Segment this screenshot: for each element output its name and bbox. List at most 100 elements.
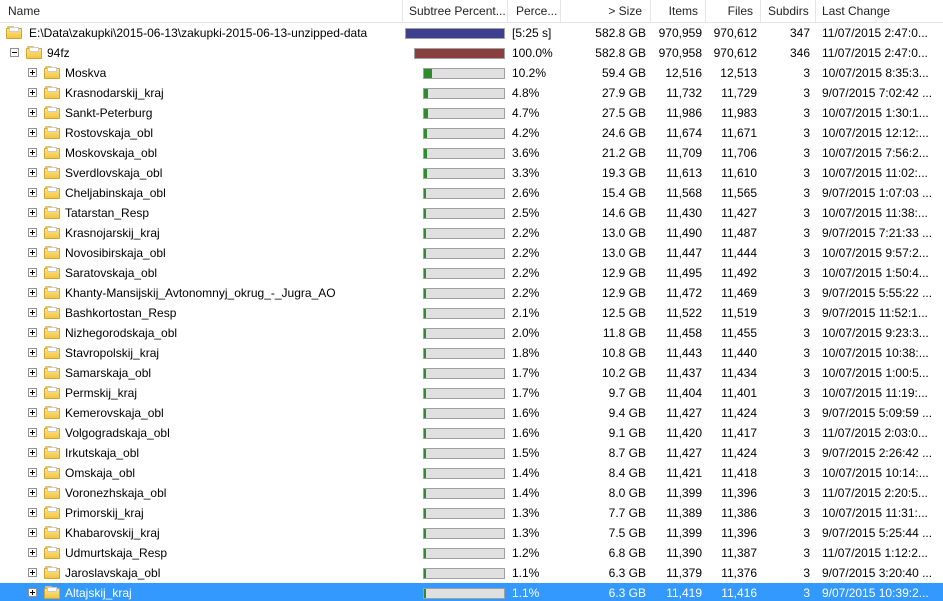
folder-icon bbox=[44, 186, 60, 199]
expand-icon[interactable] bbox=[28, 188, 37, 197]
column-divider[interactable] bbox=[705, 0, 706, 23]
expand-icon[interactable] bbox=[28, 488, 37, 497]
expand-icon[interactable] bbox=[28, 128, 37, 137]
expand-icon[interactable] bbox=[28, 408, 37, 417]
files-value: 11,565 bbox=[721, 186, 757, 200]
expand-icon[interactable] bbox=[28, 168, 37, 177]
expand-icon[interactable] bbox=[28, 388, 37, 397]
expand-icon[interactable] bbox=[28, 148, 37, 157]
collapse-icon[interactable] bbox=[10, 48, 19, 57]
items-value: 11,472 bbox=[666, 286, 702, 300]
tree-row[interactable]: Altajskij_kraj 1.1% 6.3 GB 11,419 11,416 3 9/0… bbox=[0, 583, 943, 601]
tree-row[interactable]: Omskaja_obl 1.4% 8.4 GB 11,421 11,418 3 10/07/… bbox=[0, 463, 943, 483]
size-value: 27.9 GB bbox=[601, 86, 646, 100]
column-divider[interactable] bbox=[815, 0, 816, 23]
expand-icon[interactable] bbox=[28, 468, 37, 477]
files-value: 11,396 bbox=[721, 486, 757, 500]
tree-row[interactable]: Saratovskaja_obl 2.2% 12.9 GB 11,495 11,492 3… bbox=[0, 263, 943, 283]
column-subdirs[interactable]: Subdirs bbox=[764, 0, 814, 23]
row-name: Kemerovskaja_obl bbox=[65, 406, 164, 420]
tree-row[interactable]: Tatarstan_Resp 2.5% 14.6 GB 11,430 11,427 3 10… bbox=[0, 203, 943, 223]
tree-row[interactable]: Udmurtskaja_Resp 1.2% 6.8 GB 11,390 11,387 3 1… bbox=[0, 543, 943, 563]
tree-row[interactable]: Bashkortostan_Resp 2.1% 12.5 GB 11,522 11,51… bbox=[0, 303, 943, 323]
size-value: 6.3 GB bbox=[608, 586, 646, 600]
expand-icon[interactable] bbox=[28, 448, 37, 457]
subdirs-value: 347 bbox=[789, 26, 810, 40]
tree-row[interactable]: 94fz 100.0% 582.8 GB 970,958 970,612 346 11/07… bbox=[0, 43, 943, 63]
tree-row[interactable]: Sankt-Peterburg 4.7% 27.5 GB 11,986 11,983 3 1… bbox=[0, 103, 943, 123]
subdirs-value: 3 bbox=[803, 106, 810, 120]
files-value: 970,612 bbox=[713, 46, 757, 60]
column-divider[interactable] bbox=[760, 0, 761, 23]
expand-icon[interactable] bbox=[28, 88, 37, 97]
row-name: Rostovskaja_obl bbox=[65, 126, 154, 140]
tree-row[interactable]: Sverdlovskaja_obl 3.3% 19.3 GB 11,613 11,610… bbox=[0, 163, 943, 183]
tree-row[interactable]: Khanty-Mansijskij_Avtonomnyj_okrug_-_Jug… bbox=[0, 283, 943, 303]
subtree-percent-fill bbox=[424, 529, 426, 538]
tree-row[interactable]: Cheljabinskaja_obl 2.6% 15.4 GB 11,568 11,56… bbox=[0, 183, 943, 203]
tree-row[interactable]: Samarskaja_obl 1.7% 10.2 GB 11,437 11,434 3 10… bbox=[0, 363, 943, 383]
subtree-percent-fill bbox=[424, 129, 428, 138]
tree-row[interactable]: Nizhegorodskaja_obl 2.0% 11.8 GB 11,458 11,4… bbox=[0, 323, 943, 343]
expand-icon[interactable] bbox=[28, 308, 37, 317]
tree-row[interactable]: Krasnodarskij_kraj 4.8% 27.9 GB 11,732 11,72… bbox=[0, 83, 943, 103]
column-divider[interactable] bbox=[560, 0, 561, 23]
column-subtree-percent[interactable]: Subtree Percent... bbox=[405, 0, 505, 23]
items-value: 11,568 bbox=[666, 186, 702, 200]
column-name[interactable]: Name bbox=[4, 0, 400, 23]
directory-tree[interactable]: E:\Data\zakupki\2015-06-13\zakupki-2015-… bbox=[0, 23, 943, 601]
tree-row[interactable]: Moskva 10.2% 59.4 GB 12,516 12,513 3 10/07/201… bbox=[0, 63, 943, 83]
column-items[interactable]: Items bbox=[652, 0, 702, 23]
tree-row[interactable]: E:\Data\zakupki\2015-06-13\zakupki-2015-… bbox=[0, 23, 943, 43]
expand-icon[interactable] bbox=[28, 348, 37, 357]
tree-row[interactable]: Irkutskaja_obl 1.5% 8.7 GB 11,427 11,424 3 9/0… bbox=[0, 443, 943, 463]
tree-row[interactable]: Khabarovskij_kraj 1.3% 7.5 GB 11,399 11,396 3… bbox=[0, 523, 943, 543]
expand-icon[interactable] bbox=[28, 268, 37, 277]
expand-icon[interactable] bbox=[28, 428, 37, 437]
percent-value: [5:25 s] bbox=[512, 26, 552, 40]
expand-icon[interactable] bbox=[28, 568, 37, 577]
percent-value: 1.4% bbox=[512, 466, 540, 480]
last-change-value: 10/07/2015 1:00:5... bbox=[822, 366, 929, 380]
tree-row[interactable]: Krasnojarskij_kraj 2.2% 13.0 GB 11,490 11,48… bbox=[0, 223, 943, 243]
expand-icon[interactable] bbox=[28, 228, 37, 237]
expand-icon[interactable] bbox=[28, 68, 37, 77]
expand-icon[interactable] bbox=[28, 208, 37, 217]
column-last-change[interactable]: Last Change bbox=[818, 0, 943, 23]
expand-icon[interactable] bbox=[28, 248, 37, 257]
column-divider[interactable] bbox=[402, 0, 403, 23]
tree-row[interactable]: Moskovskaja_obl 3.6% 21.2 GB 11,709 11,706 3 1… bbox=[0, 143, 943, 163]
column-size[interactable]: > Size bbox=[562, 0, 646, 23]
expand-icon[interactable] bbox=[28, 528, 37, 537]
row-name: Tatarstan_Resp bbox=[65, 206, 150, 220]
tree-row[interactable]: Novosibirskaja_obl 2.2% 13.0 GB 11,447 11,44… bbox=[0, 243, 943, 263]
items-value: 11,420 bbox=[666, 426, 702, 440]
expand-icon[interactable] bbox=[28, 588, 37, 597]
size-value: 6.8 GB bbox=[608, 546, 646, 560]
column-percent[interactable]: Perce... bbox=[512, 0, 558, 23]
expand-icon[interactable] bbox=[28, 368, 37, 377]
tree-row[interactable]: Permskij_kraj 1.7% 9.7 GB 11,404 11,401 3 10/0… bbox=[0, 383, 943, 403]
column-divider[interactable] bbox=[507, 0, 508, 23]
expand-icon[interactable] bbox=[28, 548, 37, 557]
expand-icon[interactable] bbox=[28, 288, 37, 297]
tree-row[interactable]: Primorskij_kraj 1.3% 7.7 GB 11,389 11,386 3 10… bbox=[0, 503, 943, 523]
last-change-value: 11/07/2015 2:47:0... bbox=[822, 26, 928, 40]
folder-icon bbox=[44, 466, 60, 479]
tree-row[interactable]: Voronezhskaja_obl 1.4% 8.0 GB 11,399 11,396 3… bbox=[0, 483, 943, 503]
expand-icon[interactable] bbox=[28, 328, 37, 337]
tree-row[interactable]: Kemerovskaja_obl 1.6% 9.4 GB 11,427 11,424 3 9… bbox=[0, 403, 943, 423]
column-divider[interactable] bbox=[650, 0, 651, 23]
column-files[interactable]: Files bbox=[707, 0, 757, 23]
tree-row[interactable]: Rostovskaja_obl 4.2% 24.6 GB 11,674 11,671 3 1… bbox=[0, 123, 943, 143]
files-value: 11,487 bbox=[721, 226, 757, 240]
tree-row[interactable]: Stavropolskij_kraj 1.8% 10.8 GB 11,443 11,44… bbox=[0, 343, 943, 363]
subtree-percent-fill bbox=[424, 189, 427, 198]
expand-icon[interactable] bbox=[28, 508, 37, 517]
tree-row[interactable]: Jaroslavskaja_obl 1.1% 6.3 GB 11,379 11,376 3… bbox=[0, 563, 943, 583]
tree-row[interactable]: Volgogradskaja_obl 1.6% 9.1 GB 11,420 11,417… bbox=[0, 423, 943, 443]
row-name: Altajskij_kraj bbox=[65, 583, 400, 601]
expand-icon[interactable] bbox=[28, 108, 37, 117]
row-name: Krasnodarskij_kraj bbox=[65, 86, 164, 100]
subtree-percent-bar bbox=[423, 548, 505, 559]
